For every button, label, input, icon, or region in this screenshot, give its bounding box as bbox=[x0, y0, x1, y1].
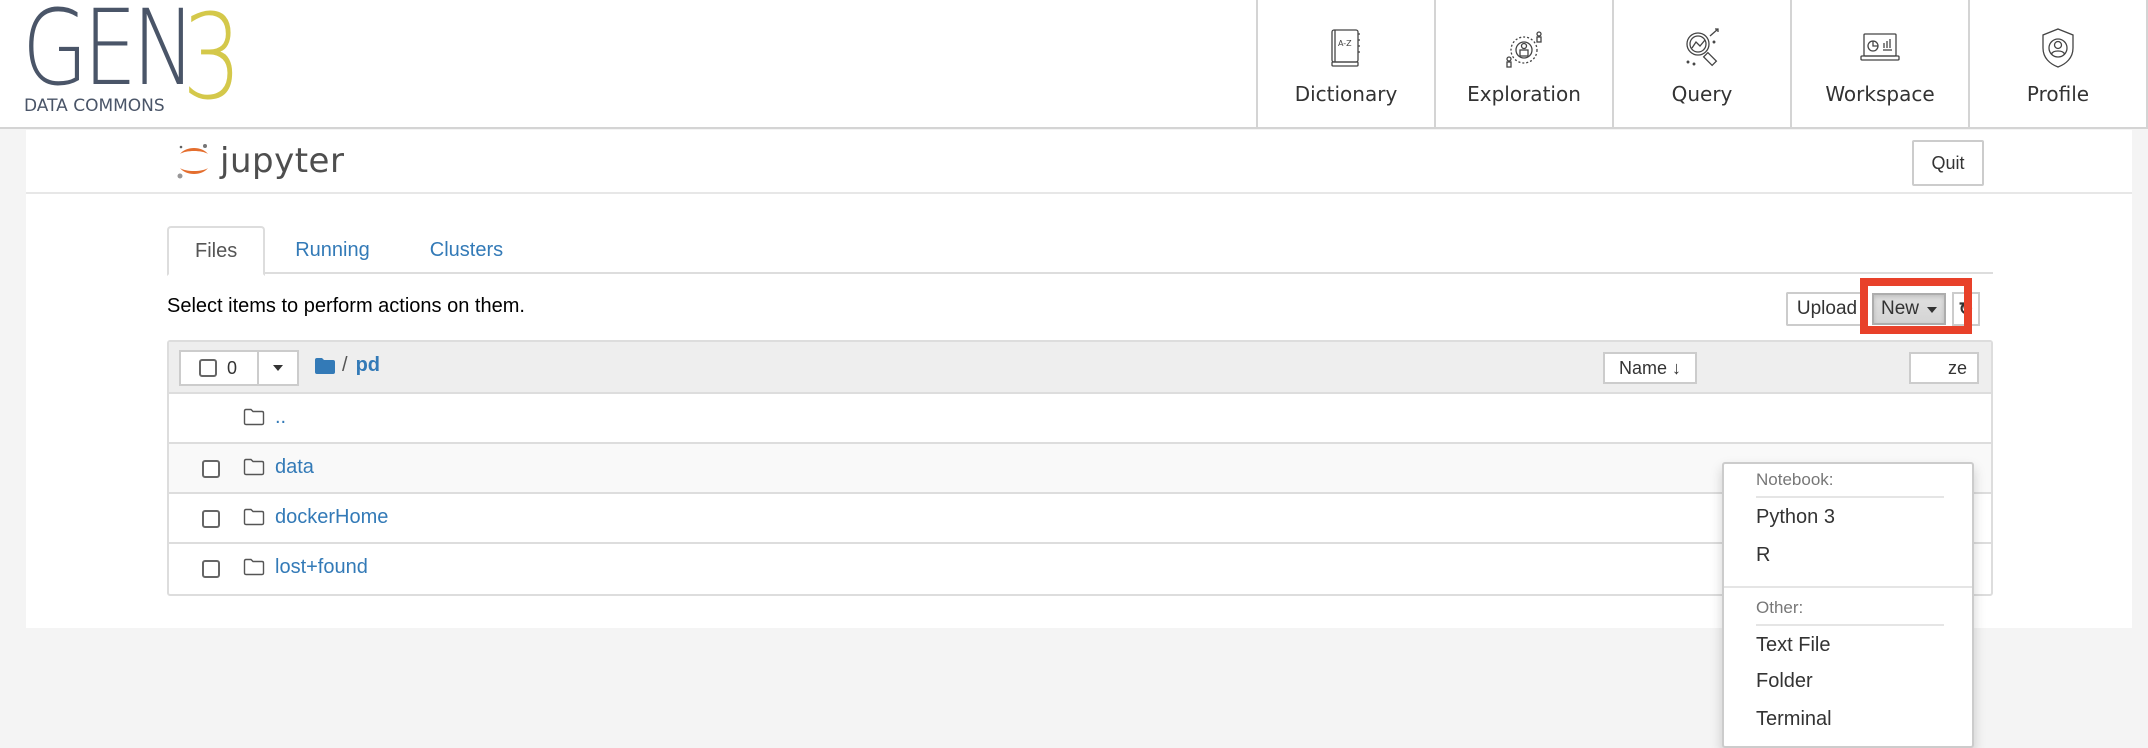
breadcrumb: / pd bbox=[314, 354, 380, 377]
exploration-icon bbox=[1506, 31, 1542, 68]
jupyter-header: jupyter Quit bbox=[26, 130, 2132, 194]
file-name[interactable]: dockerHome bbox=[275, 506, 388, 529]
sort-by-name-button[interactable]: Name ↓ bbox=[1603, 352, 1697, 384]
gen3-logo-subtitle: DATA COMMONS bbox=[24, 96, 165, 116]
jupyter-tabs: Files Running Clusters bbox=[167, 226, 1993, 276]
jupyter-logo[interactable]: jupyter bbox=[174, 138, 344, 184]
menu-item-text-file[interactable]: Text File bbox=[1756, 634, 1830, 657]
select-all-group: 0 bbox=[179, 350, 299, 386]
folder-icon bbox=[243, 558, 265, 576]
gen3-logo-number: 3 bbox=[182, 0, 243, 126]
tab-clusters[interactable]: Clusters bbox=[400, 226, 533, 274]
nav-dictionary[interactable]: A-Z Dictionary bbox=[1256, 0, 1434, 129]
file-row[interactable]: lost+found bbox=[169, 544, 1991, 594]
file-row[interactable]: dockerHome bbox=[169, 494, 1991, 544]
folder-icon bbox=[243, 508, 265, 526]
select-dropdown-button[interactable] bbox=[259, 350, 299, 386]
row-checkbox[interactable] bbox=[202, 560, 220, 578]
menu-divider bbox=[1724, 586, 1972, 588]
new-button[interactable]: New bbox=[1872, 293, 1946, 325]
file-row-parent[interactable]: .. bbox=[169, 394, 1991, 444]
jupyter-logo-icon bbox=[177, 144, 208, 179]
nav-dictionary-label: Dictionary bbox=[1294, 82, 1398, 106]
select-all-button[interactable]: 0 bbox=[179, 350, 259, 386]
gen3-logo-text: GEN bbox=[22, 0, 196, 109]
nav-query[interactable]: Query bbox=[1612, 0, 1790, 129]
sort-by-size-button[interactable]: ze bbox=[1909, 352, 1979, 384]
file-row[interactable]: data bbox=[169, 444, 1991, 494]
selected-count: 0 bbox=[227, 357, 238, 378]
file-name[interactable]: .. bbox=[275, 406, 286, 429]
refresh-button[interactable]: ↻ bbox=[1952, 292, 1980, 326]
breadcrumb-current-dir[interactable]: pd bbox=[356, 354, 380, 377]
caret-down-icon bbox=[273, 365, 283, 371]
nav-query-label: Query bbox=[1671, 82, 1733, 106]
file-name[interactable]: data bbox=[275, 456, 314, 479]
file-list: 0 / pd Name ↓ ze .. data dockerHome lost… bbox=[167, 340, 1993, 596]
notebook-section-header: Notebook: bbox=[1756, 470, 1834, 489]
query-magnifier-icon bbox=[1686, 28, 1719, 67]
profile-shield-icon bbox=[2042, 28, 2074, 68]
menu-divider bbox=[1756, 624, 1944, 626]
file-list-header: 0 / pd Name ↓ ze bbox=[169, 342, 1991, 394]
select-all-checkbox[interactable] bbox=[199, 359, 217, 377]
row-checkbox[interactable] bbox=[202, 460, 220, 478]
tab-files[interactable]: Files bbox=[167, 226, 266, 276]
select-items-message: Select items to perform actions on them. bbox=[167, 295, 525, 317]
gen3-logo[interactable]: GEN 3 DATA COMMONS bbox=[22, 0, 254, 120]
workspace-laptop-icon bbox=[1860, 33, 1900, 61]
breadcrumb-separator: / bbox=[342, 354, 348, 376]
dictionary-book-icon: A-Z bbox=[1331, 29, 1360, 67]
new-dropdown-menu: Notebook: Python 3 R Other: Text File Fo… bbox=[1722, 462, 1974, 748]
row-checkbox[interactable] bbox=[202, 510, 220, 528]
folder-icon bbox=[243, 408, 265, 426]
other-section-header: Other: bbox=[1756, 598, 1804, 617]
quit-button[interactable]: Quit bbox=[1912, 140, 1984, 186]
menu-item-r[interactable]: R bbox=[1756, 544, 1770, 567]
gen3-header: GEN 3 DATA COMMONS A-Z Dictionary Explor… bbox=[0, 0, 2148, 129]
refresh-icon: ↻ bbox=[1958, 298, 1974, 319]
nav-exploration[interactable]: Exploration bbox=[1434, 0, 1612, 129]
nav-exploration-label: Exploration bbox=[1467, 82, 1581, 106]
caret-down-icon bbox=[1927, 307, 1937, 313]
nav-workspace[interactable]: Workspace bbox=[1790, 0, 1968, 129]
jupyter-logo-text: jupyter bbox=[220, 141, 345, 181]
new-button-label: New bbox=[1880, 298, 1919, 319]
tab-running[interactable]: Running bbox=[265, 226, 400, 274]
menu-item-python3[interactable]: Python 3 bbox=[1756, 506, 1835, 529]
menu-item-folder[interactable]: Folder bbox=[1756, 670, 1813, 693]
nav-workspace-label: Workspace bbox=[1825, 82, 1935, 106]
file-name[interactable]: lost+found bbox=[275, 556, 368, 579]
folder-icon bbox=[243, 458, 265, 476]
folder-filled-icon[interactable] bbox=[314, 357, 336, 375]
menu-divider bbox=[1756, 496, 1944, 498]
upload-button[interactable]: Upload bbox=[1786, 292, 1866, 326]
top-navigation: A-Z Dictionary Exploration Query Workspa… bbox=[1256, 0, 2148, 129]
jupyter-page: jupyter Quit Files Running Clusters Sele… bbox=[26, 130, 2132, 748]
nav-profile[interactable]: Profile bbox=[1968, 0, 2148, 129]
svg-text:A-Z: A-Z bbox=[1338, 39, 1352, 48]
menu-item-terminal[interactable]: Terminal bbox=[1756, 708, 1832, 731]
nav-profile-label: Profile bbox=[2026, 82, 2090, 106]
